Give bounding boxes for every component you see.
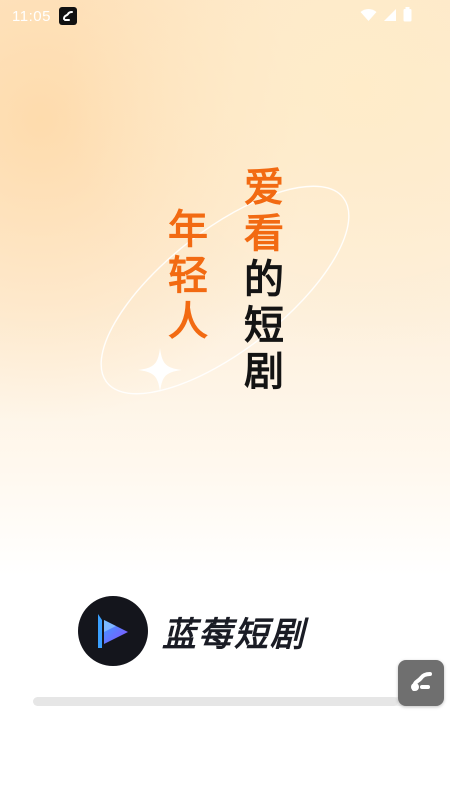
slogan-char: 人	[168, 299, 208, 345]
status-right	[360, 6, 438, 26]
signal-icon	[383, 7, 397, 26]
slogan-char: 年	[168, 207, 208, 253]
play-logo-icon	[78, 596, 148, 666]
floating-app-button[interactable]	[398, 660, 444, 706]
sparkle-icon	[138, 348, 182, 392]
slogan-char: 剧	[244, 349, 284, 395]
loading-progress-bar	[33, 697, 417, 706]
link-app-icon	[406, 666, 436, 700]
app-name: 蓝莓短剧	[162, 614, 306, 655]
loading-progress-fill	[33, 697, 398, 706]
status-bar: 11:05	[0, 0, 450, 32]
app-notification-icon	[58, 7, 77, 25]
status-left: 11:05	[12, 7, 77, 25]
slogan-char: 爱	[244, 165, 284, 211]
battery-icon	[403, 6, 412, 26]
brand-row: 蓝莓短剧	[78, 596, 306, 666]
slogan-left-column: 年 轻 人	[166, 210, 210, 342]
slogan-char: 看	[244, 211, 284, 257]
slogan-right-column: 爱 看 的 短 剧	[242, 168, 286, 392]
slogan-char: 的	[244, 257, 284, 303]
wifi-icon	[360, 7, 377, 26]
slogan-char: 轻	[168, 253, 208, 299]
orbit-decoration	[100, 185, 350, 395]
status-time: 11:05	[12, 7, 51, 25]
slogan-char: 短	[244, 303, 284, 349]
